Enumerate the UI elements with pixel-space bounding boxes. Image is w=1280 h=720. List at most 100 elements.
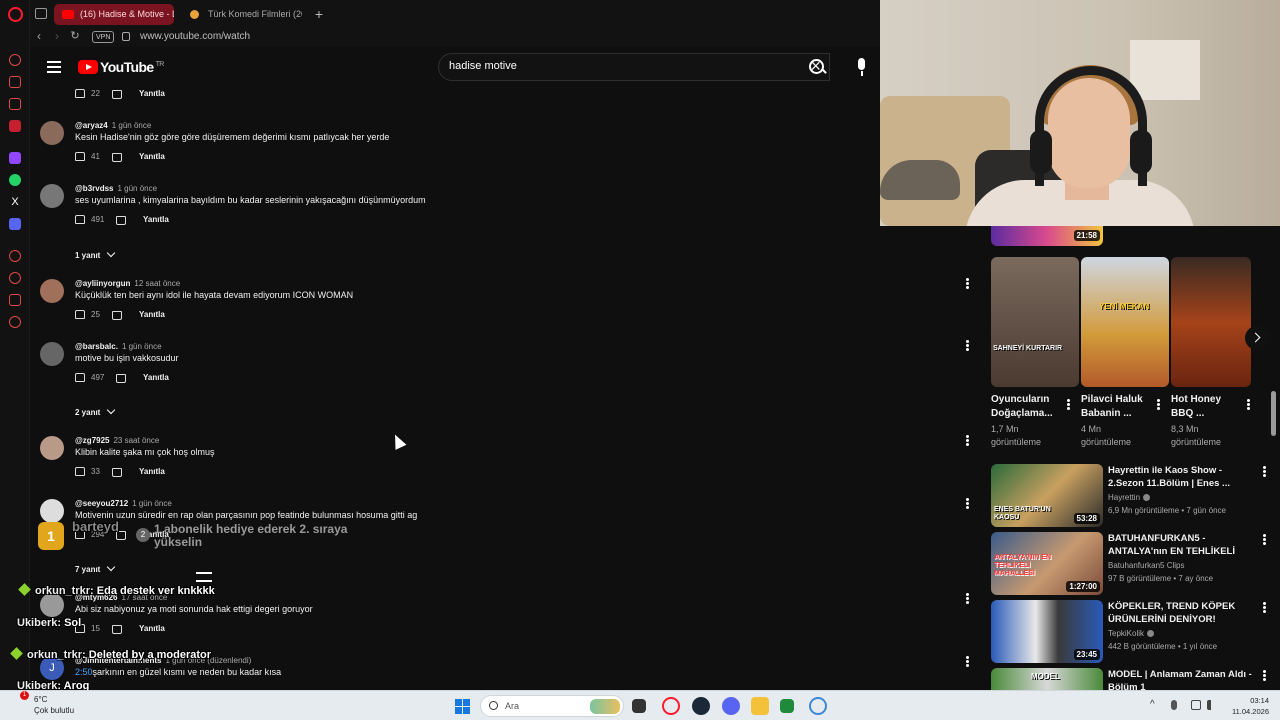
channel-name[interactable]: Hayrettin [1108,493,1151,502]
tab-hadise-motive[interactable]: (16) Hadise & Motive - La [54,4,174,25]
reload-icon[interactable]: ↻ [68,29,82,42]
video-item[interactable]: ENES BATUR'UN KAOSU 53:28 Hayrettin ile … [991,464,1276,528]
more-options-icon[interactable] [1066,399,1070,411]
comment-author[interactable]: @b3rvdss 1 gün önce [75,184,157,193]
video-title[interactable]: BATUHANFURKAN5 - ANTALYA'nın EN TEHLİKEL… [1108,532,1256,559]
comment-author[interactable]: @zg7925 23 saat önce [75,436,159,445]
replies-toggle[interactable]: 2 yanıt [75,405,116,417]
reply-button[interactable]: Yanıtla [139,152,165,161]
avatar[interactable] [40,184,64,208]
channel-name[interactable]: TepkiKolik [1108,629,1155,638]
reply-button[interactable]: Yanıtla [139,89,165,98]
whatsapp-icon[interactable] [9,174,21,186]
player-icon[interactable] [9,250,21,262]
reply-button[interactable]: Yanıtla [139,624,165,633]
more-options-icon[interactable] [1262,670,1266,682]
short-card[interactable] [1171,257,1251,387]
dislike-icon[interactable] [112,90,122,99]
opera-taskbar-icon[interactable] [662,697,680,715]
discord-taskbar-icon[interactable] [722,697,740,715]
like-icon[interactable] [75,152,85,161]
more-options-icon[interactable] [965,340,969,352]
microphone-icon[interactable] [1171,700,1177,710]
video-thumbnail[interactable]: ANTALYA'NIN EN TEHLİKELİ MAHALLESİ 1:27:… [991,532,1103,595]
app-icon[interactable] [780,699,794,713]
dislike-icon[interactable] [116,374,126,383]
like-icon[interactable] [75,215,85,224]
short-title[interactable]: Hot Honey BBQ ... [1171,393,1243,421]
scrollbar[interactable] [1271,391,1276,436]
comment-author[interactable]: @aryaz4 1 gün önce [75,121,151,130]
dislike-icon[interactable] [112,625,122,634]
short-title[interactable]: Pilavci Haluk Babanin ... [1081,393,1153,421]
more-options-icon[interactable] [1262,602,1266,614]
bag-icon[interactable] [9,98,21,110]
short-card[interactable]: YENİ MEKAN [1081,257,1169,387]
speed-dial-icon[interactable] [9,54,21,66]
video-item[interactable]: MODEL MODEL | Anlamam Zaman Aldı - Bölüm… [991,668,1276,690]
avatar[interactable] [40,499,64,523]
settings-icon[interactable] [809,697,827,715]
new-tab-button[interactable]: + [310,4,328,24]
history-icon[interactable] [9,272,21,284]
more-options-icon[interactable] [965,435,969,447]
avatar[interactable] [40,121,64,145]
dislike-icon[interactable] [112,153,122,162]
more-options-icon[interactable] [1246,399,1250,411]
windows-start-icon[interactable] [455,699,470,714]
task-view-icon[interactable] [632,699,646,713]
twitch-icon[interactable] [9,152,21,164]
taskbar-search[interactable]: Ara [480,695,624,717]
timestamp-link[interactable]: 2:50 [75,667,93,677]
display-icon[interactable] [1191,700,1201,710]
more-options-icon[interactable] [1156,399,1160,411]
x-twitter-icon[interactable]: X [9,196,21,208]
like-icon[interactable] [75,373,85,382]
search-button[interactable] [800,53,832,81]
video-thumbnail[interactable]: MODEL [991,668,1103,690]
settings-gear-icon[interactable] [9,316,21,328]
vpn-badge[interactable]: VPN [92,31,115,43]
music-icon[interactable] [9,120,21,132]
lock-icon[interactable] [122,32,130,41]
volume-icon[interactable] [1207,700,1217,710]
comment-author[interactable]: @barsbalc. 1 gün önce [75,342,162,351]
weather-widget[interactable]: 6°C Çok bulutlu [34,694,74,716]
reply-button[interactable]: Yanıtla [143,373,169,382]
url-field[interactable]: www.youtube.com/watch [140,31,250,42]
back-button[interactable]: ‹ [32,29,46,43]
short-title[interactable]: Oyuncuların Doğaçlama... [991,393,1063,421]
file-explorer-icon[interactable] [751,697,769,715]
video-thumbnail[interactable]: 23:45 [991,600,1103,663]
dislike-icon[interactable] [116,216,126,225]
like-icon[interactable] [75,310,85,319]
opera-logo-icon[interactable] [8,7,23,22]
video-item[interactable]: ANTALYA'NIN EN TEHLİKELİ MAHALLESİ 1:27:… [991,532,1276,596]
comment-author[interactable]: @seeyou2712 1 gün önce [75,499,172,508]
like-icon[interactable] [75,89,85,98]
avatar[interactable] [40,279,64,303]
tab-islands-icon[interactable] [35,8,47,19]
short-card[interactable]: SAHNEYİ KURTARIR [991,257,1079,387]
discord-icon[interactable] [9,218,21,230]
video-title[interactable]: Hayrettin ile Kaos Show - 2.Sezon 11.Böl… [1108,464,1256,491]
youtube-logo-icon[interactable] [78,60,98,74]
reply-button[interactable]: Yanıtla [143,215,169,224]
video-thumbnail[interactable]: ENES BATUR'UN KAOSU 53:28 [991,464,1103,527]
more-options-icon[interactable] [965,656,969,668]
tab-komedi-filmleri[interactable]: Türk Komedi Filmleri (200 [182,4,302,25]
aria-icon[interactable] [9,76,21,88]
voice-search-mic-icon[interactable] [850,54,874,80]
video-item[interactable]: 23:45 KÖPEKLER, TREND KÖPEK ÜRÜNLERİNİ D… [991,600,1276,664]
replies-toggle[interactable]: 7 yanıt [75,562,116,574]
search-input[interactable] [449,60,769,72]
more-options-icon[interactable] [1262,466,1266,478]
video-title[interactable]: KÖPEKLER, TREND KÖPEK ÜRÜNLERİNİ DENİYOR… [1108,600,1256,627]
video-thumbnail[interactable]: 21:58 [991,226,1103,246]
dislike-icon[interactable] [112,311,122,320]
comment-author[interactable]: @ayliinyorgun 12 saat önce [75,279,180,288]
youtube-logo-text[interactable]: YouTube TR [100,59,164,75]
clock[interactable]: 03:14 11.04.2026 [1225,695,1269,717]
dislike-icon[interactable] [112,468,122,477]
reply-button[interactable]: Yanıtla [139,310,165,319]
